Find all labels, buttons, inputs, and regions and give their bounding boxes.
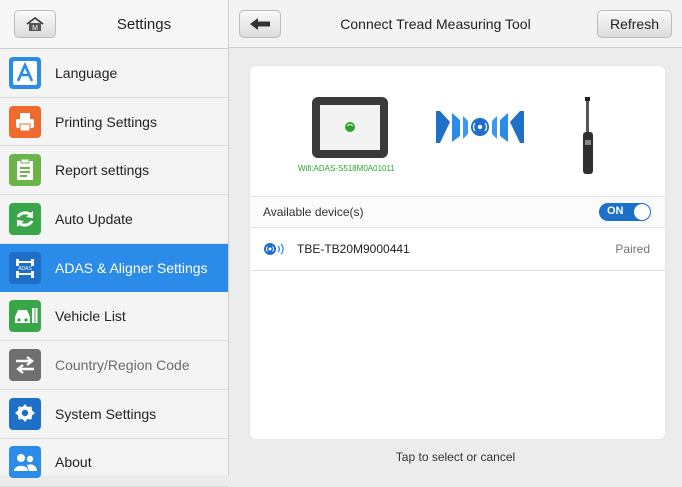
connection-illustration: Wifi:ADAS-S518M0A01011: [250, 66, 665, 197]
sidebar-item-report[interactable]: Report settings: [0, 146, 228, 195]
device-connection-card: Wifi:ADAS-S518M0A01011 Available device(…: [250, 66, 665, 439]
sidebar-item-adas-aligner[interactable]: ADAS ADAS & Aligner Settings: [0, 244, 228, 293]
page-title: Connect Tread Measuring Tool: [289, 0, 582, 48]
sidebar-item-label: Report settings: [55, 162, 149, 178]
back-arrow-icon: [249, 17, 271, 31]
tread-tool-icon: [583, 97, 593, 174]
connection-diagram: [250, 66, 665, 196]
sidebar-item-language[interactable]: Language: [0, 49, 228, 98]
sidebar-item-vehicle-list[interactable]: Vehicle List: [0, 292, 228, 341]
device-name: TBE-TB20M9000441: [297, 242, 410, 256]
settings-menu: Language Printing Settings Report settin…: [0, 49, 228, 487]
sidebar-item-label: Vehicle List: [55, 308, 126, 324]
sidebar-item-label: Printing Settings: [55, 114, 157, 130]
refresh-button[interactable]: Refresh: [597, 10, 672, 38]
sidebar-item-label: Language: [55, 65, 117, 81]
about-icon: [9, 446, 41, 478]
wifi-label: Wifi:ADAS-S518M0A01011: [298, 164, 395, 173]
tablet-icon: [312, 97, 388, 158]
sidebar-item-about[interactable]: About: [0, 439, 228, 487]
vehicle-list-icon: [9, 300, 41, 332]
toggle-label: ON: [607, 205, 624, 217]
back-button[interactable]: [239, 10, 281, 38]
sidebar-title: Settings: [0, 16, 228, 33]
available-devices-label: Available device(s): [263, 205, 364, 219]
sidebar-item-country-region[interactable]: Country/Region Code: [0, 341, 228, 390]
device-signal-icon: [263, 242, 285, 256]
printer-icon: [9, 106, 41, 138]
sidebar-item-system-settings[interactable]: System Settings: [0, 390, 228, 439]
sidebar-item-auto-update[interactable]: Auto Update: [0, 195, 228, 244]
settings-sidebar: M Settings Language Printing Settings Re…: [0, 0, 229, 475]
device-list-item[interactable]: TBE-TB20M9000441 Paired: [250, 228, 665, 271]
bluetooth-toggle[interactable]: ON: [599, 203, 651, 221]
top-bar: Connect Tread Measuring Tool Refresh: [229, 0, 682, 48]
svg-text:ADAS: ADAS: [18, 266, 32, 272]
update-icon: [9, 203, 41, 235]
report-icon: [9, 154, 41, 186]
language-icon: [9, 57, 41, 89]
sidebar-item-label: Auto Update: [55, 211, 133, 227]
gear-icon: [9, 398, 41, 430]
country-region-icon: [9, 349, 41, 381]
toggle-knob: [634, 204, 650, 220]
sidebar-header: M Settings: [0, 0, 228, 49]
sidebar-item-label: System Settings: [55, 406, 156, 422]
footer-hint: Tap to select or cancel: [229, 450, 682, 464]
sidebar-item-printing[interactable]: Printing Settings: [0, 98, 228, 147]
sidebar-item-label: Country/Region Code: [55, 357, 190, 373]
bluetooth-signal-icon: [436, 111, 524, 143]
sidebar-item-label: ADAS & Aligner Settings: [55, 260, 208, 276]
adas-icon: ADAS: [9, 252, 41, 284]
device-status: Paired: [615, 242, 650, 256]
sidebar-item-label: About: [55, 454, 92, 470]
available-devices-row: Available device(s) ON: [250, 197, 665, 228]
